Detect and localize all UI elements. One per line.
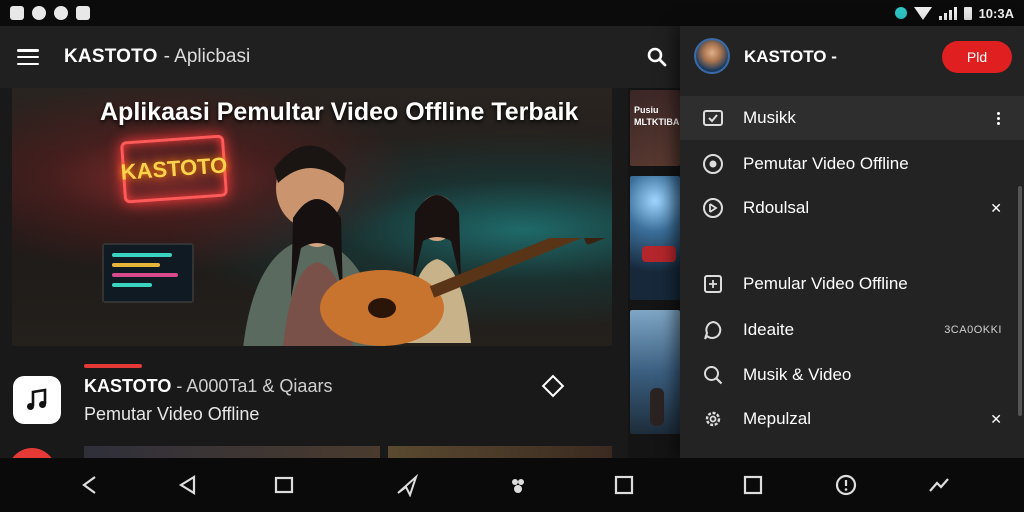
drawer-item-label: Pemutar Video Offline: [743, 154, 909, 173]
drawer-item-pemular-video[interactable]: Pemular Video Offline: [680, 262, 1024, 306]
signal-icon: [938, 6, 957, 20]
search-icon[interactable]: [645, 45, 669, 69]
person-image: [650, 388, 664, 426]
next-video-thumbnail[interactable]: [84, 446, 380, 458]
send-icon[interactable]: [395, 473, 419, 497]
music-app-icon[interactable]: [13, 376, 61, 424]
tablet-icon: [703, 110, 723, 126]
thumbnail-caption: Pusiu MLTKTIBA: [634, 105, 680, 127]
drawer-item-label: Musikk: [743, 108, 796, 127]
status-bar: 10:3A: [0, 0, 1024, 26]
drawer-item-musik-video[interactable]: Musik & Video: [680, 353, 1024, 397]
monitor-screen: [102, 243, 194, 303]
navigation-drawer: KASTOTO - Pld Musikk Pemutar Video Offli…: [680, 26, 1024, 458]
item-progress-bar: [84, 364, 142, 368]
search-icon: [704, 366, 723, 385]
drawer-scrollbar[interactable]: [1018, 186, 1022, 416]
video-thumbnail[interactable]: [630, 176, 680, 300]
gear-icon: [705, 411, 721, 427]
app-subtitle: - Aplicbasi: [163, 46, 251, 67]
item-title-main: KASTOTO: [84, 376, 172, 396]
drawer-item-ideaite[interactable]: Ideaite 3CA0OKKI: [680, 308, 1024, 352]
app-title: KASTOTO: [64, 46, 158, 67]
next-video-thumbnail[interactable]: [388, 446, 612, 458]
drawer-item-label: Ideaite: [743, 320, 795, 339]
neon-sign: KASTOTO: [120, 134, 228, 204]
collapse-icon[interactable]: [927, 473, 951, 497]
music-note-icon: [27, 388, 47, 410]
info-icon[interactable]: [834, 473, 858, 497]
battery-icon: [963, 6, 972, 20]
system-navigation-bar: [0, 458, 1024, 512]
gallery-icon: [10, 6, 24, 20]
chat-icon: [704, 320, 722, 340]
drawer-item-label: Rdoulsal: [743, 198, 810, 217]
drawer-item-rdoulsal[interactable]: Rdoulsal ✕: [680, 186, 1024, 230]
close-icon[interactable]: ✕: [990, 200, 1002, 217]
vpn-icon: [894, 7, 907, 19]
square-icon[interactable]: [612, 473, 636, 497]
compass-icon: [703, 154, 723, 174]
notification-icons: [10, 6, 90, 20]
guitar-image: [320, 238, 612, 346]
drawer-item-label: Musik & Video: [743, 365, 852, 384]
clock-time: 10:3A: [978, 5, 1014, 21]
drawer-title: KASTOTO -: [744, 47, 837, 66]
drawer-item-mepulzal[interactable]: Mepulzal ✕: [680, 397, 1024, 441]
video-thumbnail[interactable]: Pusiu MLTKTIBA: [630, 90, 680, 166]
drawer-item-label: Pemular Video Offline: [743, 274, 908, 293]
item-title[interactable]: KASTOTO - A000Ta1 & Qiaars: [84, 376, 332, 397]
square-alt-icon[interactable]: [741, 473, 765, 497]
more-options-icon[interactable]: [997, 111, 1000, 125]
thumbnail-column: Pusiu MLTKTIBA: [628, 88, 680, 458]
drawer-item-pemutar-video[interactable]: Pemutar Video Offline: [680, 142, 1024, 186]
menu-icon[interactable]: [17, 49, 39, 65]
close-icon[interactable]: ✕: [990, 411, 1002, 428]
app-notification-icon: [76, 6, 90, 20]
wifi-icon: [913, 6, 932, 20]
back-icon[interactable]: [78, 473, 102, 497]
sync-icon: [32, 6, 46, 20]
recents-icon[interactable]: [272, 473, 296, 497]
car-image: [642, 246, 676, 262]
system-icons: 10:3A: [894, 5, 1014, 21]
hero-title: Aplikaasi Pemultar Video Offline Terbaik: [100, 98, 579, 126]
clock-icon: [54, 6, 68, 20]
disc-icon: [703, 198, 723, 218]
item-title-rest: - A000Ta1 & Qiaars: [171, 376, 333, 396]
drawer-item-trailing: 3CA0OKKI: [944, 324, 1002, 336]
app-bar: KASTOTO - Aplicbasi: [0, 26, 680, 88]
drawer-item-label: Mepulzal: [743, 409, 812, 428]
drawer-header: KASTOTO - Pld: [680, 26, 1024, 88]
primary-action-button[interactable]: Pld: [942, 41, 1012, 73]
hero-banner[interactable]: KASTOTO Aplikaasi Pemultar Video Offline…: [12, 88, 612, 346]
drawer-item-musikk[interactable]: Musikk: [680, 96, 1024, 140]
video-thumbnail[interactable]: [630, 310, 680, 434]
avatar[interactable]: [694, 38, 730, 74]
film-icon: [704, 275, 722, 293]
item-subtitle: Pemutar Video Offline: [84, 404, 260, 424]
back-triangle-icon[interactable]: [176, 473, 200, 497]
dog-icon[interactable]: [506, 473, 530, 497]
main-content: KASTOTO Aplikaasi Pemultar Video Offline…: [0, 88, 628, 496]
diamond-icon[interactable]: [541, 374, 565, 398]
